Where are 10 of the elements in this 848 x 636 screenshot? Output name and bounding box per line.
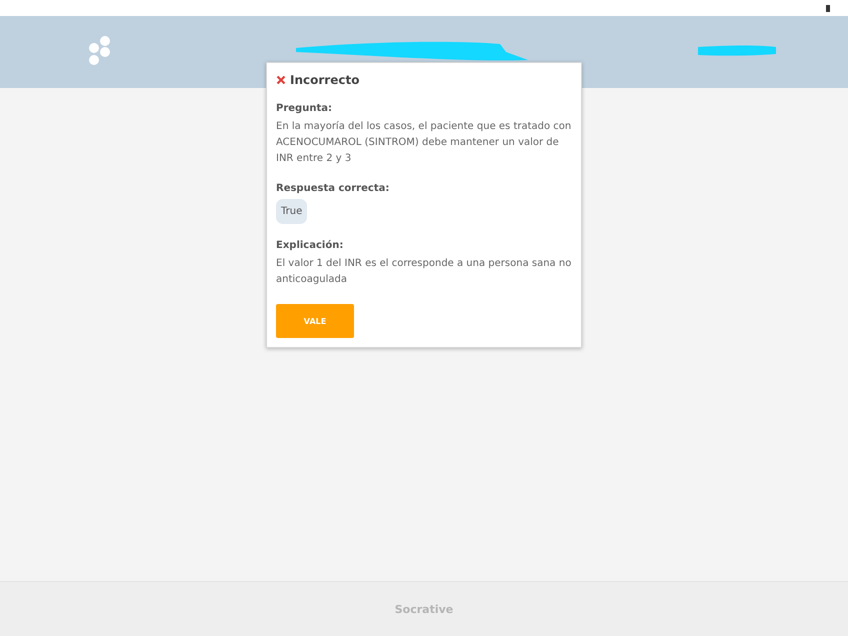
ok-button[interactable]: VALE (276, 304, 354, 338)
section-heading: Respuesta correcta: (276, 183, 390, 194)
section-text: En la mayoría del los casos, el paciente que es tratado con ACENOCUMAROL (SINTROM) debe mantener un valor de INR entre 2 y 3 (276, 120, 572, 166)
footer-brand: Socrative (394, 602, 454, 616)
answer-chip: True (276, 199, 308, 224)
section-heading: Pregunta: (276, 103, 333, 114)
battery-icon (826, 4, 830, 12)
section-heading: Explicación: (276, 240, 344, 251)
section-text: El valor 1 del INR es el corresponde a una persona sana no anticoagulada (276, 257, 572, 287)
dialog-title: Incorrecto (290, 73, 360, 87)
